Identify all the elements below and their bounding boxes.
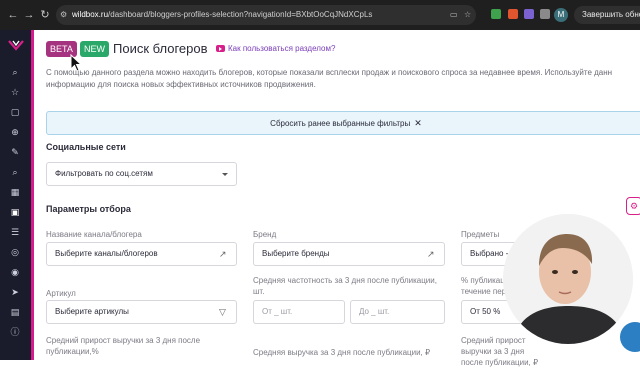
chevron-down-icon	[222, 173, 228, 176]
channel-select[interactable]: Выберите каналы/блогеров ↗	[46, 242, 237, 266]
filter-icon: ▽	[219, 307, 226, 317]
extension-icon-red[interactable]	[508, 9, 518, 19]
sidebar-bloggers-icon[interactable]: ▣	[9, 206, 21, 218]
brand-select[interactable]: Выберите бренды ↗	[253, 242, 445, 266]
reset-filters-label: Сбросить ранее выбранные фильтры	[270, 119, 411, 128]
url-path: /dashboard/bloggers-profiles-selection?n…	[108, 10, 373, 19]
new-badge: NEW	[80, 41, 109, 57]
page-title: Поиск блогеров	[113, 41, 208, 56]
close-icon: ✕	[414, 118, 422, 128]
logo-icon[interactable]	[8, 38, 24, 52]
params-section-title: Параметры отбора	[46, 204, 131, 214]
url-text: wildbox.ru/dashboard/bloggers-profiles-s…	[72, 10, 372, 19]
social-section-title: Социальные сети	[46, 142, 126, 152]
sidebar-compass-icon[interactable]: ◉	[9, 266, 21, 278]
youtube-icon	[216, 45, 225, 52]
extension-icon-green[interactable]	[491, 9, 501, 19]
sidebar-search2-icon[interactable]: ⌕	[9, 166, 21, 178]
article-placeholder: Выберите артикулы	[55, 307, 129, 316]
help-link[interactable]: Как пользоваться разделом?	[216, 44, 335, 53]
social-filter-value: Фильтровать по соц.сетям	[55, 169, 153, 178]
webcam-overlay	[503, 214, 633, 344]
sidebar-edit-icon[interactable]: ✎	[9, 146, 21, 158]
subjects-label: Предметы	[461, 230, 500, 239]
settings-icon[interactable]: ⚙	[626, 197, 640, 215]
brand-label: Бренд	[253, 230, 277, 239]
sidebar-send-icon[interactable]: ➤	[9, 286, 21, 298]
extensions-puzzle-icon[interactable]	[540, 9, 550, 19]
bookmark-star-icon[interactable]: ☆	[464, 10, 474, 20]
external-link-icon: ↗	[219, 249, 227, 259]
back-icon[interactable]: ←	[6, 8, 20, 22]
sidebar-chart-icon[interactable]: ▤	[9, 306, 21, 318]
sidebar-star-icon[interactable]: ☆	[9, 86, 21, 98]
update-button[interactable]: Завершить обнов	[574, 6, 640, 24]
sidebar-globe-icon[interactable]: ◎	[9, 246, 21, 258]
social-filter-select[interactable]: Фильтровать по соц.сетям	[46, 162, 237, 186]
profile-avatar[interactable]: M	[554, 8, 568, 22]
help-link-label: Как пользоваться разделом?	[228, 44, 336, 53]
subjects-value: Выбрано -	[470, 249, 509, 258]
sidebar-search-icon[interactable]: ⌕	[9, 66, 21, 78]
sidebar-bag-icon[interactable]: ▢	[9, 106, 21, 118]
address-bar[interactable]: ⚙ wildbox.ru/dashboard/bloggers-profiles…	[56, 5, 476, 25]
brand-placeholder: Выберите бренды	[262, 249, 330, 258]
browser-toolbar: ← → ↻ ⚙ wildbox.ru/dashboard/bloggers-pr…	[0, 0, 640, 30]
sidebar-info-icon[interactable]: ⓘ	[9, 326, 21, 338]
growth-rub-label: Средний прирост выручки за 3 дня после п…	[461, 336, 539, 367]
frequency-label: Средняя частотность за 3 дня после публи…	[253, 276, 437, 296]
sidebar-grid-icon[interactable]: ▦	[9, 186, 21, 198]
frequency-from-input[interactable]: От _ шт.	[253, 300, 345, 324]
page-description: С помощью данного раздела можно находить…	[46, 68, 613, 89]
article-select[interactable]: Выберите артикулы ▽	[46, 300, 237, 324]
url-host: wildbox.ru	[72, 10, 109, 19]
sidebar-list-icon[interactable]: ☰	[9, 226, 21, 238]
article-label: Артикул	[46, 289, 76, 298]
sidebar: ⌕ ☆ ▢ ⊕ ✎ ⌕ ▦ ▣ ☰ ◎ ◉ ➤ ▤ ⓘ	[0, 30, 31, 360]
reload-icon[interactable]: ↻	[38, 8, 52, 22]
avg-revenue-label: Средняя выручка за 3 дня после публикаци…	[253, 348, 431, 357]
channel-placeholder: Выберите каналы/блогеров	[55, 249, 158, 258]
install-icon[interactable]: ▭	[450, 10, 460, 20]
forward-icon[interactable]: →	[22, 8, 36, 22]
frequency-to-input[interactable]: До _ шт.	[350, 300, 445, 324]
external-link-icon: ↗	[427, 249, 435, 259]
sidebar-zoom-icon[interactable]: ⊕	[9, 126, 21, 138]
channel-label: Название канала/блогера	[46, 230, 142, 239]
extension-icon-purple[interactable]	[524, 9, 534, 19]
growth-percent-label: Средний прирост выручки за 3 дня после п…	[46, 336, 201, 356]
reset-filters-button[interactable]: Сбросить ранее выбранные фильтры ✕	[46, 111, 640, 135]
site-info-icon[interactable]: ⚙	[60, 10, 70, 20]
